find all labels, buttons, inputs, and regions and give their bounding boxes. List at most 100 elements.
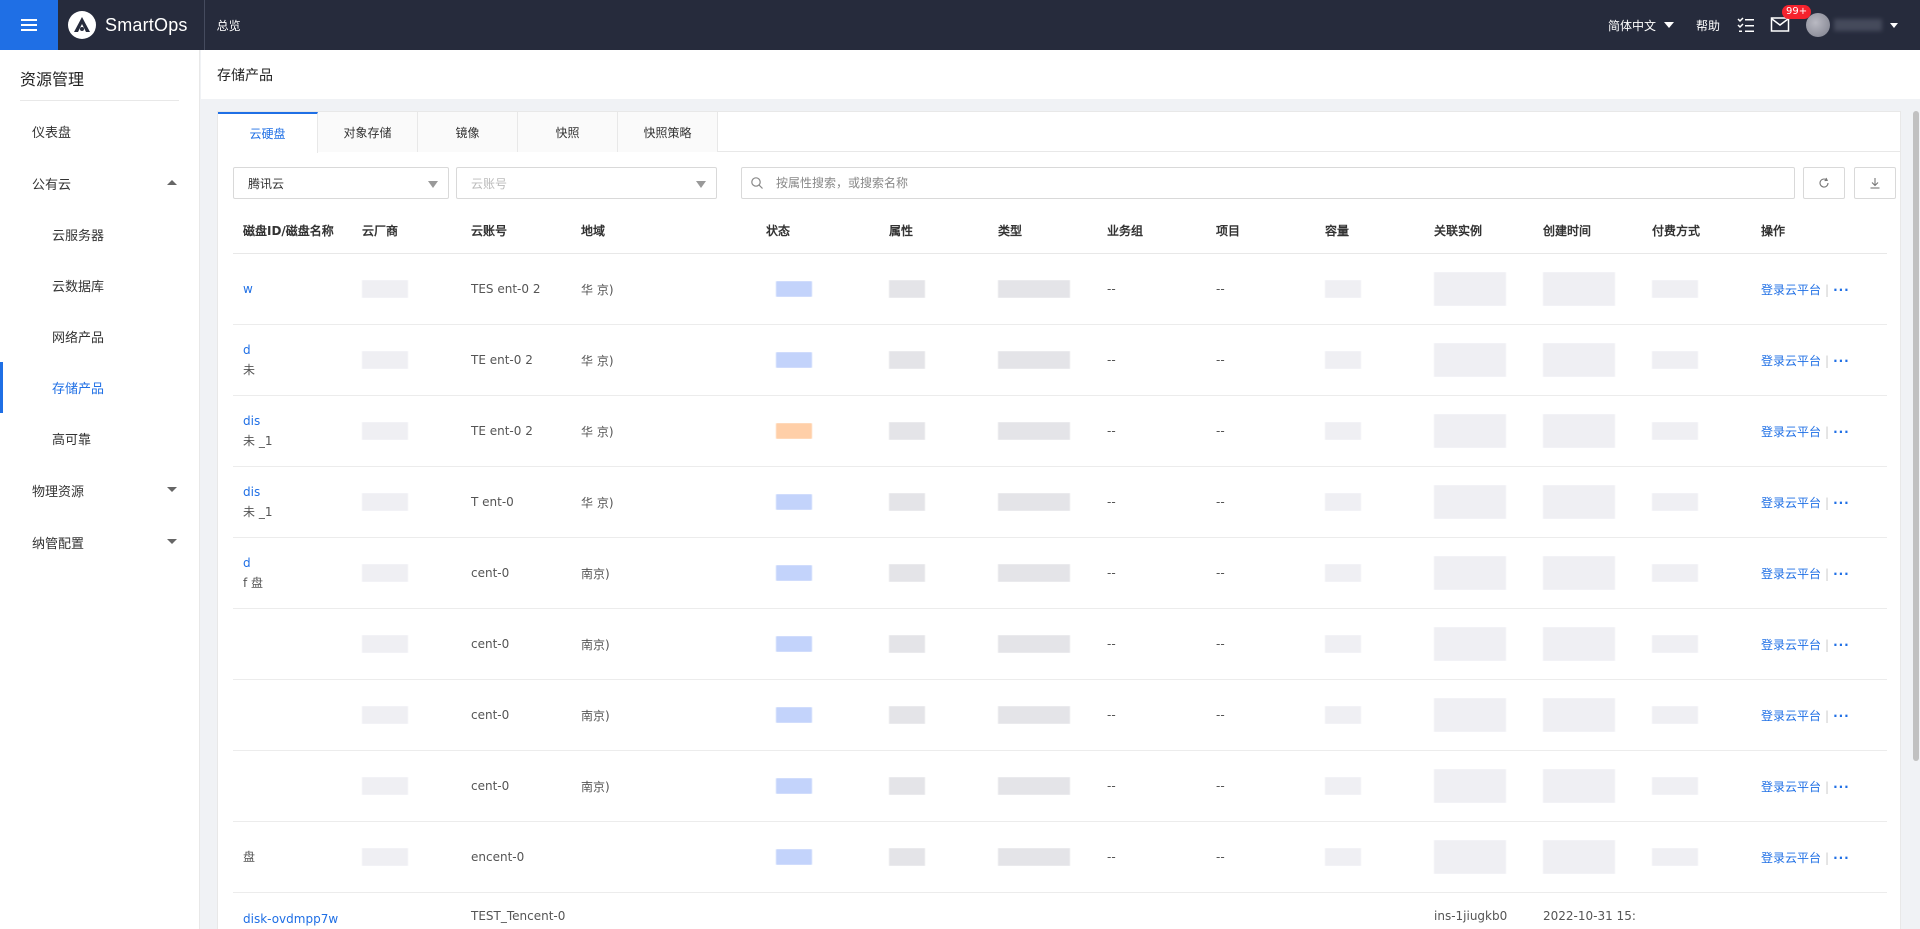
sidebar-item-storage[interactable]: 存储产品 bbox=[0, 362, 199, 413]
column-header-status[interactable]: 状态 bbox=[756, 222, 879, 239]
status-cell bbox=[756, 352, 879, 368]
disk-id-link[interactable]: dis bbox=[243, 482, 352, 502]
account-value: encent-0 bbox=[471, 850, 525, 864]
help-link[interactable]: 帮助 bbox=[1696, 17, 1720, 34]
login-cloud-platform-link[interactable]: 登录云平台 bbox=[1761, 283, 1821, 297]
notifications-button[interactable]: 99+ bbox=[1770, 5, 1812, 35]
language-select[interactable]: 简体中文 bbox=[1608, 17, 1674, 34]
user-name-redacted[interactable] bbox=[1834, 19, 1882, 31]
redacted-block bbox=[1434, 343, 1506, 377]
table-row[interactable]: cent-0 南京) -- -- 登录云平台 | ··· bbox=[233, 751, 1887, 822]
disk-id-link[interactable]: d bbox=[243, 553, 352, 573]
user-menu-caret-icon[interactable] bbox=[1890, 22, 1898, 28]
disk-id-link[interactable]: disk-ovdmpp7w bbox=[243, 909, 352, 929]
column-header-attribute[interactable]: 属性 bbox=[879, 222, 988, 239]
table-row[interactable]: dis 未 _1 T ent-0 华 京) -- -- 登录云平台 | ··· bbox=[233, 467, 1887, 538]
table-row[interactable]: cent-0 南京) -- -- 登录云平台 | ··· bbox=[233, 609, 1887, 680]
tab-object-storage[interactable]: 对象存储 bbox=[318, 112, 418, 152]
instance-cell bbox=[1424, 414, 1533, 448]
disk-id-link[interactable]: w bbox=[243, 279, 352, 299]
user-avatar[interactable] bbox=[1806, 13, 1830, 37]
more-actions-icon[interactable]: ··· bbox=[1833, 638, 1850, 652]
project-cell: -- bbox=[1216, 424, 1225, 438]
sidebar-item-network[interactable]: 网络产品 bbox=[0, 311, 199, 362]
capacity-cell bbox=[1315, 564, 1424, 582]
sidebar-item-managed-config[interactable]: 纳管配置 bbox=[0, 516, 199, 568]
table-row[interactable]: w TES ent-0 2 华 京) -- -- 登录云平台 | ··· bbox=[233, 254, 1887, 325]
column-header-capacity[interactable]: 容量 bbox=[1315, 222, 1424, 239]
region-value: 南京) bbox=[581, 779, 610, 794]
tab-cloud-disk[interactable]: 云硬盘 bbox=[218, 112, 318, 153]
column-header-billing[interactable]: 付费方式 bbox=[1642, 222, 1751, 239]
login-cloud-platform-link[interactable]: 登录云平台 bbox=[1761, 425, 1821, 439]
login-cloud-platform-link[interactable]: 登录云平台 bbox=[1761, 709, 1821, 723]
login-cloud-platform-link[interactable]: 登录云平台 bbox=[1761, 354, 1821, 368]
tab-snapshot[interactable]: 快照 bbox=[518, 112, 618, 152]
more-actions-icon[interactable]: ··· bbox=[1833, 780, 1850, 794]
column-header-region[interactable]: 地域 bbox=[571, 222, 756, 239]
more-actions-icon[interactable]: ··· bbox=[1833, 709, 1850, 723]
more-actions-icon[interactable]: ··· bbox=[1833, 283, 1850, 297]
more-actions-icon[interactable]: ··· bbox=[1833, 567, 1850, 581]
column-header-created[interactable]: 创建时间 bbox=[1533, 222, 1642, 239]
task-list-icon[interactable] bbox=[1736, 15, 1756, 35]
disk-id-link[interactable]: d bbox=[243, 340, 352, 360]
nav-overview-link[interactable]: 总览 bbox=[217, 17, 241, 34]
sidebar-item-public-cloud[interactable]: 公有云 bbox=[0, 157, 199, 209]
account-cell: TES ent-0 2 bbox=[461, 279, 571, 299]
login-cloud-platform-link[interactable]: 登录云平台 bbox=[1761, 567, 1821, 581]
sidebar-item-physical-resources[interactable]: 物理资源 bbox=[0, 464, 199, 516]
vendor-select[interactable]: 腾讯云 bbox=[233, 167, 449, 199]
disk-id-link[interactable]: dis bbox=[243, 411, 352, 431]
login-cloud-platform-link[interactable]: 登录云平台 bbox=[1761, 851, 1821, 865]
vendor-cell bbox=[352, 635, 461, 653]
account-cell: cent-0 bbox=[461, 705, 571, 725]
table-row[interactable]: cent-0 南京) -- -- 登录云平台 | ··· bbox=[233, 680, 1887, 751]
table-row[interactable]: d f 盘 cent-0 南京) -- -- 登录云平台 | ··· bbox=[233, 538, 1887, 609]
capacity-cell bbox=[1315, 706, 1424, 724]
table-row[interactable]: disk-ovdmpp7w TEST_Tencent-0 ins-1jiugkb… bbox=[233, 893, 1887, 929]
login-cloud-platform-link[interactable]: 登录云平台 bbox=[1761, 638, 1821, 652]
project-cell: -- bbox=[1216, 353, 1225, 367]
column-header-type[interactable]: 类型 bbox=[988, 222, 1097, 239]
instance-cell: ins-1jiugkb0 bbox=[1434, 909, 1508, 923]
menu-toggle-button[interactable] bbox=[0, 0, 58, 50]
column-header-project[interactable]: 项目 bbox=[1206, 222, 1315, 239]
sidebar-item-cloud-server[interactable]: 云服务器 bbox=[0, 209, 199, 260]
download-button[interactable] bbox=[1854, 167, 1896, 199]
more-actions-icon[interactable]: ··· bbox=[1833, 354, 1850, 368]
column-header-disk[interactable]: 磁盘ID/磁盘名称 bbox=[233, 222, 352, 239]
scrollbar-thumb[interactable] bbox=[1913, 111, 1919, 761]
sidebar-item-high-availability[interactable]: 高可靠 bbox=[0, 413, 199, 464]
action-separator: | bbox=[1825, 495, 1830, 510]
status-cell bbox=[756, 565, 879, 581]
search-box[interactable] bbox=[741, 167, 1795, 199]
table-row[interactable]: d 未 TE ent-0 2 华 京) -- -- 登录云平台 | ··· bbox=[233, 325, 1887, 396]
business-group-cell: -- bbox=[1107, 495, 1116, 509]
sidebar-item-dashboard[interactable]: 仪表盘 bbox=[0, 105, 199, 157]
refresh-button[interactable] bbox=[1803, 167, 1845, 199]
table-row[interactable]: dis 未 _1 TE ent-0 2 华 京) -- -- 登录云平台 | ··· bbox=[233, 396, 1887, 467]
column-header-instance[interactable]: 关联实例 bbox=[1424, 222, 1533, 239]
login-cloud-platform-link[interactable]: 登录云平台 bbox=[1761, 496, 1821, 510]
column-header-business-group[interactable]: 业务组 bbox=[1097, 222, 1206, 239]
more-actions-icon[interactable]: ··· bbox=[1833, 851, 1850, 865]
column-header-vendor[interactable]: 云厂商 bbox=[352, 222, 461, 239]
table-row[interactable]: 盘 encent-0 -- -- 登录云平台 | ··· bbox=[233, 822, 1887, 893]
search-input[interactable] bbox=[776, 176, 1676, 190]
page-title: 存储产品 bbox=[201, 50, 1920, 99]
type-cell bbox=[988, 848, 1097, 866]
column-header-account[interactable]: 云账号 bbox=[461, 222, 571, 239]
status-badge bbox=[776, 849, 812, 865]
status-badge bbox=[776, 636, 812, 652]
redacted-block bbox=[1434, 627, 1506, 661]
login-cloud-platform-link[interactable]: 登录云平台 bbox=[1761, 780, 1821, 794]
account-select[interactable]: 云账号 bbox=[456, 167, 717, 199]
tab-snapshot-policy[interactable]: 快照策略 bbox=[618, 112, 718, 152]
more-actions-icon[interactable]: ··· bbox=[1833, 496, 1850, 510]
tab-image[interactable]: 镜像 bbox=[418, 112, 518, 152]
action-separator: | bbox=[1825, 779, 1830, 794]
sidebar-item-cloud-database[interactable]: 云数据库 bbox=[0, 260, 199, 311]
brand-logo[interactable]: SmartOps bbox=[68, 0, 205, 50]
more-actions-icon[interactable]: ··· bbox=[1833, 425, 1850, 439]
